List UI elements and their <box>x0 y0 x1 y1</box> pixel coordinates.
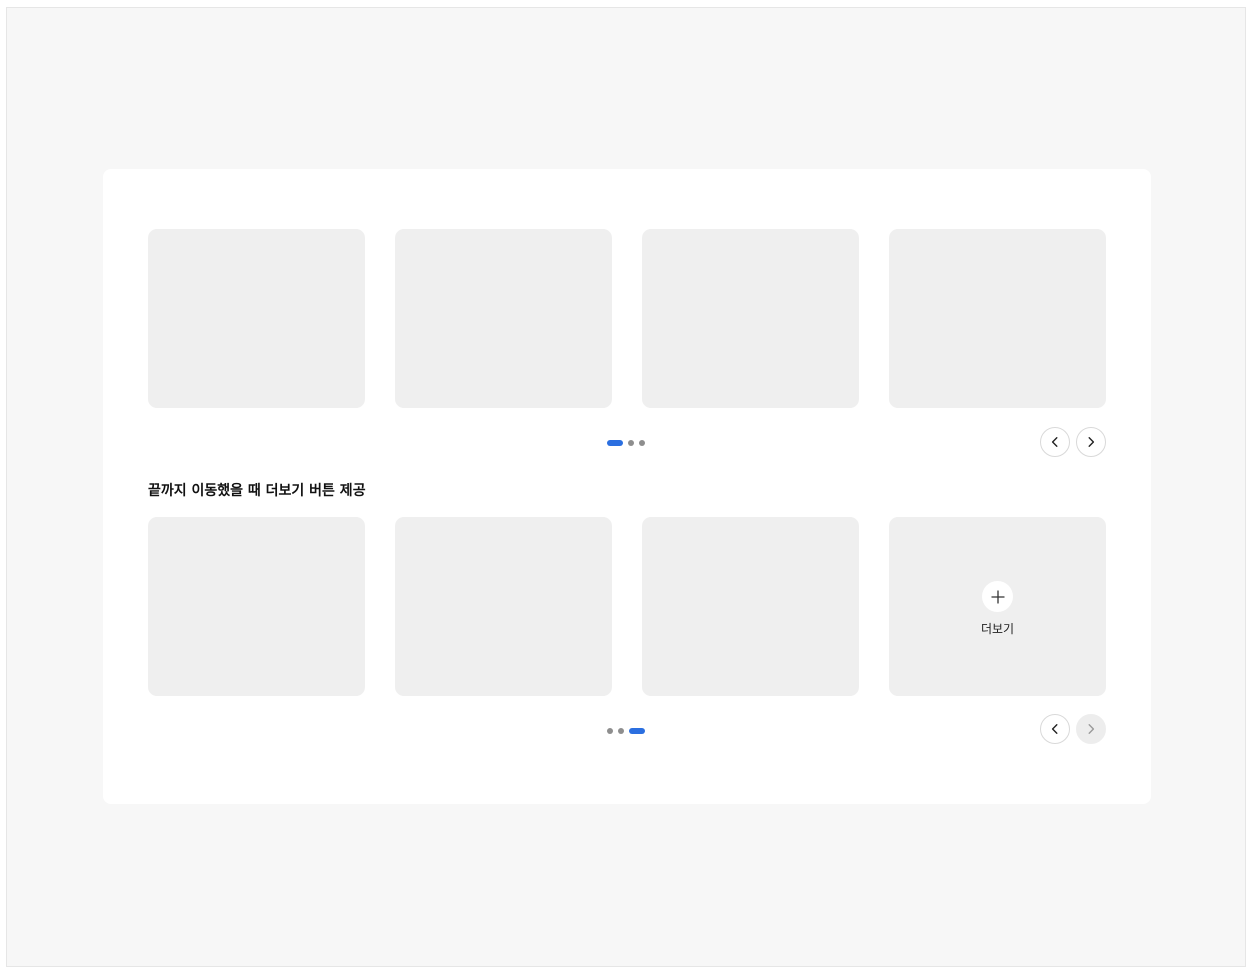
next-button-disabled[interactable] <box>1076 714 1106 744</box>
carousel-nav-2 <box>1040 714 1106 744</box>
more-card[interactable]: 더보기 <box>889 517 1106 696</box>
carousel-card[interactable] <box>889 229 1106 408</box>
pagination-dot-active[interactable] <box>629 728 645 734</box>
pagination-dot[interactable] <box>607 728 613 734</box>
carousel-card[interactable] <box>642 517 859 696</box>
carousel-card[interactable] <box>395 229 612 408</box>
carousel-card[interactable] <box>642 229 859 408</box>
prev-button[interactable] <box>1040 427 1070 457</box>
page-background: 끝까지 이동했을 때 더보기 버튼 제공 더보기 <box>6 7 1246 967</box>
carousel-nav-1 <box>1040 427 1106 457</box>
prev-button[interactable] <box>1040 714 1070 744</box>
carousel-card[interactable] <box>148 517 365 696</box>
chevron-right-icon <box>1088 724 1095 734</box>
pagination-dot-active[interactable] <box>607 440 623 446</box>
section-title: 끝까지 이동했을 때 더보기 버튼 제공 <box>148 483 366 499</box>
carousel-card[interactable] <box>395 517 612 696</box>
carousel-card[interactable] <box>148 229 365 408</box>
carousel-track-2: 더보기 <box>148 517 1106 696</box>
pagination-dot[interactable] <box>618 728 624 734</box>
more-label: 더보기 <box>980 622 1015 636</box>
carousel-track-1 <box>148 229 1106 408</box>
more-button[interactable] <box>982 581 1013 612</box>
pagination-dot[interactable] <box>628 440 634 446</box>
content-panel: 끝까지 이동했을 때 더보기 버튼 제공 더보기 <box>103 169 1151 804</box>
chevron-right-icon <box>1088 437 1095 447</box>
next-button[interactable] <box>1076 427 1106 457</box>
plus-icon <box>990 589 1005 604</box>
chevron-left-icon <box>1051 724 1058 734</box>
pagination-dots-2 <box>607 728 645 734</box>
pagination-dots-1 <box>607 440 645 446</box>
chevron-left-icon <box>1051 437 1058 447</box>
pagination-dot[interactable] <box>639 440 645 446</box>
